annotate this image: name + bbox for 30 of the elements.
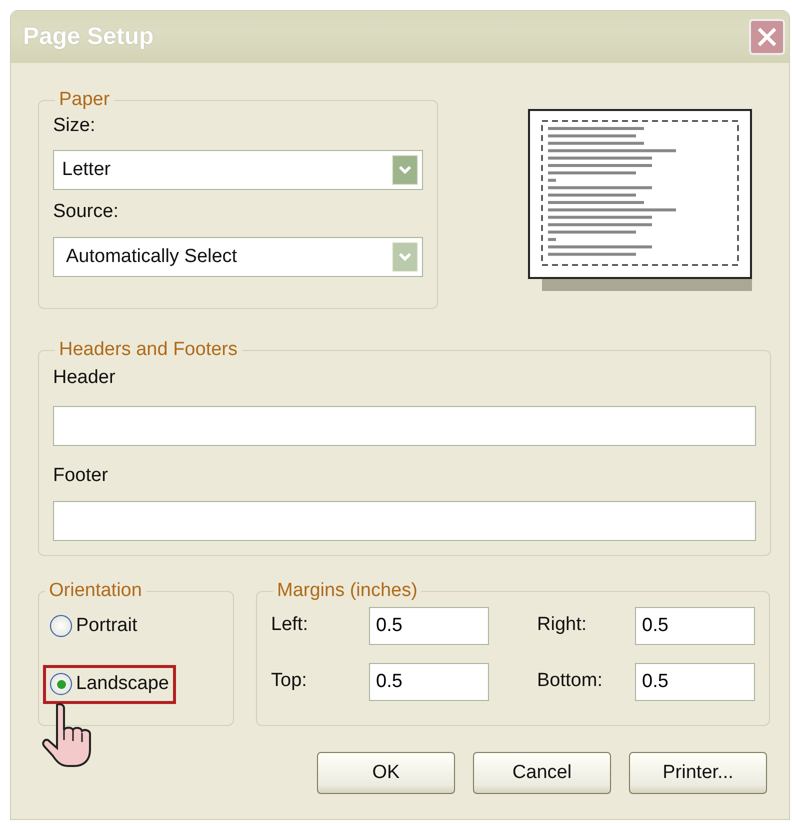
radio-button[interactable]	[50, 673, 72, 696]
radio-label[interactable]: Landscape	[76, 670, 169, 699]
radio-label[interactable]: Portrait	[76, 612, 138, 640]
group-label: Paper	[58, 89, 111, 112]
dialog-button[interactable]: Printer...	[629, 752, 767, 794]
footer-field[interactable]	[53, 500, 756, 541]
window-title: Page Setup	[23, 22, 154, 52]
dialog-button[interactable]: OK	[317, 752, 455, 794]
close-button[interactable]	[749, 19, 785, 55]
group-label: Headers and Footers	[58, 339, 238, 362]
margin-label: Bottom:	[537, 669, 604, 694]
source-label: Source:	[53, 200, 120, 224]
margin-field[interactable]: 0.5	[369, 662, 489, 701]
margin-field[interactable]: 0.5	[369, 606, 489, 645]
header-label: Header	[53, 366, 116, 390]
dialog-button[interactable]: Cancel	[473, 752, 611, 794]
margin-field[interactable]: 0.5	[635, 662, 755, 701]
footer-label: Footer	[53, 464, 109, 488]
size-label: Size:	[53, 114, 96, 138]
group-label: Margins (inches)	[276, 580, 418, 603]
header-field[interactable]	[53, 406, 756, 446]
close-icon	[756, 26, 778, 48]
margin-label: Top:	[271, 669, 308, 694]
source-dropdown[interactable]: Automatically Select	[53, 236, 423, 277]
radio-button[interactable]	[50, 614, 72, 637]
size-dropdown[interactable]: Letter	[53, 150, 423, 190]
margin-label: Left:	[271, 613, 309, 638]
margin-field[interactable]: 0.5	[635, 606, 755, 645]
margin-label: Right:	[537, 613, 588, 638]
group-label: Orientation	[48, 580, 143, 603]
